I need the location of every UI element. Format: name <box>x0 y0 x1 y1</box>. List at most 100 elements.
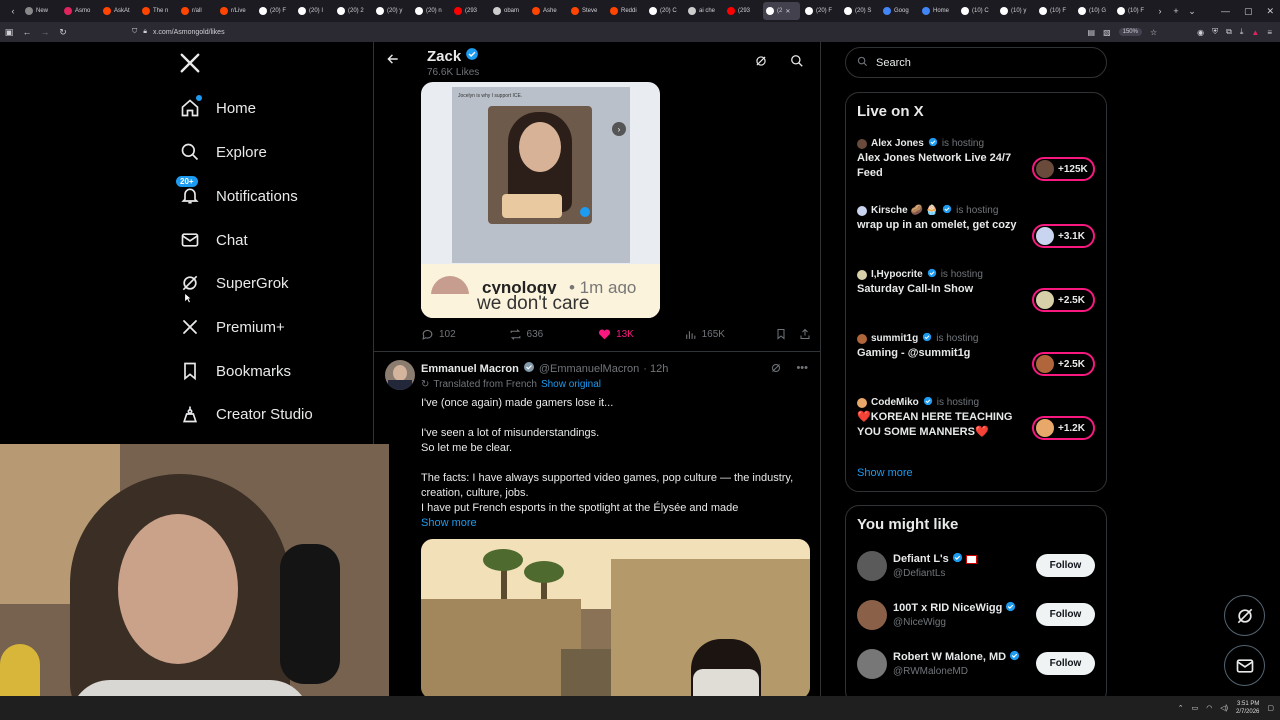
bookmark-post-button[interactable] <box>775 328 799 340</box>
grok-float-button[interactable] <box>1224 595 1265 636</box>
live-item[interactable]: CodeMiko is hosting ❤️KOREAN HERE TEACHI… <box>857 396 1097 440</box>
show-more-link[interactable]: Show more <box>421 516 801 531</box>
wifi-icon[interactable]: ◠ <box>1206 704 1212 712</box>
browser-tab[interactable]: Steve <box>568 2 605 20</box>
browser-tab[interactable]: Reddi <box>607 2 644 20</box>
live-listener-pill[interactable]: +2.5K <box>1032 288 1095 312</box>
clock[interactable]: 3:51 PM 2/7/2026 <box>1236 700 1259 716</box>
browser-tab[interactable]: (2 ✕ <box>763 2 800 20</box>
live-item[interactable]: I,Hypocrite is hosting Saturday Call-In … <box>857 268 1097 312</box>
browser-tab[interactable]: (10) G <box>1075 2 1112 20</box>
network-icon[interactable]: ▭ <box>1192 704 1199 712</box>
suggestion-avatar[interactable] <box>857 600 887 630</box>
live-item[interactable]: Kirsche 🥔 🧁 is hosting wrap up in an ome… <box>857 204 1097 248</box>
share-button[interactable] <box>799 328 811 340</box>
live-item[interactable]: Alex Jones is hosting Alex Jones Network… <box>857 137 1097 181</box>
reply-button[interactable]: 102 <box>421 328 509 341</box>
extensions-icon[interactable]: ⧉ <box>1226 27 1232 37</box>
show-original-link[interactable]: Show original <box>541 379 601 390</box>
tweet-author-handle[interactable]: @EmmanuelMacron <box>539 363 639 375</box>
repost-button[interactable]: 636 <box>509 328 599 341</box>
minimize-icon[interactable]: — <box>1221 6 1230 16</box>
nav-bookmarks[interactable]: Bookmarks <box>180 361 291 381</box>
suggestion-avatar[interactable] <box>857 649 887 679</box>
search-input[interactable]: Search <box>845 47 1107 78</box>
tweet-time[interactable]: · 12h <box>643 363 668 375</box>
browser-tab[interactable]: (10) F <box>1114 2 1151 20</box>
browser-tab[interactable]: (20) 2 <box>334 2 371 20</box>
ext-badge-icon[interactable]: ▲ <box>1251 28 1259 37</box>
downloads-icon[interactable]: ⤓ <box>1240 27 1244 37</box>
browser-tab[interactable]: The n <box>139 2 176 20</box>
browser-tab[interactable]: obam <box>490 2 527 20</box>
follow-button[interactable]: Follow <box>1036 603 1095 626</box>
close-tab-icon[interactable]: ✕ <box>785 8 790 15</box>
account-icon[interactable]: ◉ <box>1197 28 1204 37</box>
browser-tab[interactable]: Asmo <box>61 2 98 20</box>
tweet-author-name[interactable]: Emmanuel Macron <box>421 363 519 375</box>
messages-float-button[interactable] <box>1224 645 1265 686</box>
browser-tab[interactable]: (293 <box>724 2 761 20</box>
browser-tab[interactable]: (20) F <box>802 2 839 20</box>
grok-analyze-icon[interactable] <box>754 54 768 73</box>
menu-icon[interactable]: ≡ <box>1267 28 1272 37</box>
follow-suggestion[interactable]: 100T x RID NiceWigg @NiceWigg Follow <box>857 600 1097 634</box>
reader-icon[interactable]: ▤ <box>1088 28 1096 37</box>
back-icon[interactable]: ← <box>18 27 36 37</box>
follow-button[interactable]: Follow <box>1036 554 1095 577</box>
nav-creator-studio[interactable]: Creator Studio <box>180 404 313 424</box>
browser-tab[interactable]: (293 <box>451 2 488 20</box>
follow-suggestion[interactable]: Defiant L's @DefiantLs Follow <box>857 551 1097 585</box>
tab-scroll-icon[interactable]: › <box>1153 6 1167 16</box>
maximize-icon[interactable]: ▢ <box>1244 6 1253 17</box>
live-listener-pill[interactable]: +2.5K <box>1032 352 1095 376</box>
live-listener-pill[interactable]: +125K <box>1032 157 1095 181</box>
browser-tab[interactable]: (10) F <box>1036 2 1073 20</box>
browser-tab[interactable]: (20) F <box>256 2 293 20</box>
browser-tab[interactable]: (20) I <box>295 2 332 20</box>
browser-tab[interactable]: (20) n <box>412 2 449 20</box>
bookmark-star-icon[interactable]: ☆ <box>1150 28 1157 37</box>
browser-tab[interactable]: Home <box>919 2 956 20</box>
browser-tab[interactable]: Ashe <box>529 2 566 20</box>
close-window-icon[interactable]: ✕ <box>1266 6 1274 17</box>
browser-tab[interactable]: (20) S <box>841 2 878 20</box>
picture-icon[interactable]: ▧ <box>1103 28 1111 37</box>
browser-tab[interactable]: (20) C <box>646 2 683 20</box>
address-bar[interactable]: ⛉ 🔒︎ x.com/Asmongold/likes <box>132 28 225 36</box>
nav-premium[interactable]: Premium+ <box>180 317 285 337</box>
browser-tab[interactable]: r/Live <box>217 2 254 20</box>
volume-icon[interactable]: ◁) <box>1220 704 1228 712</box>
browser-tab[interactable]: New <box>22 2 59 20</box>
browser-tab[interactable]: (20) y <box>373 2 410 20</box>
nav-explore[interactable]: Explore <box>180 142 267 162</box>
browser-tab[interactable]: ai che <box>685 2 722 20</box>
tab-list-icon[interactable]: ‹ <box>6 6 20 16</box>
post-media[interactable]: Jocelyn is why I support ICE. › cynology… <box>421 82 660 318</box>
nav-chat[interactable]: Chat <box>180 230 248 250</box>
zoom-level[interactable]: 150% <box>1118 28 1142 36</box>
forward-icon[interactable]: → <box>36 27 54 37</box>
views-button[interactable]: 165K <box>684 328 776 341</box>
nav-home[interactable]: Home <box>180 95 256 118</box>
live-listener-pill[interactable]: +3.1K <box>1032 224 1095 248</box>
header-search-icon[interactable] <box>790 54 804 73</box>
browser-tab[interactable]: (10) C <box>958 2 995 20</box>
sidebar-toggle-icon[interactable]: ▣ <box>0 27 18 38</box>
shield-ext-icon[interactable]: ⛨ <box>1212 27 1218 37</box>
browser-tab[interactable]: AskAt <box>100 2 137 20</box>
more-options-icon[interactable]: ••• <box>796 362 808 377</box>
like-button[interactable]: 13K <box>598 328 684 341</box>
new-tab-icon[interactable]: + <box>1169 6 1183 16</box>
tweet-media-image[interactable] <box>421 539 810 696</box>
nav-supergrok[interactable]: SuperGrok <box>180 273 289 293</box>
browser-tab[interactable]: r/all <box>178 2 215 20</box>
back-arrow-icon[interactable] <box>386 52 400 70</box>
tray-expand-icon[interactable]: ⌃ <box>1178 704 1184 712</box>
suggestion-avatar[interactable] <box>857 551 887 581</box>
tab-overflow-icon[interactable]: ⌄ <box>1185 6 1199 17</box>
notification-center-icon[interactable]: ▢ <box>1267 704 1274 712</box>
tweet-avatar[interactable] <box>385 360 415 390</box>
reload-icon[interactable]: ↻ <box>54 27 72 38</box>
live-item[interactable]: summit1g is hosting Gaming - @summit1g +… <box>857 332 1097 376</box>
